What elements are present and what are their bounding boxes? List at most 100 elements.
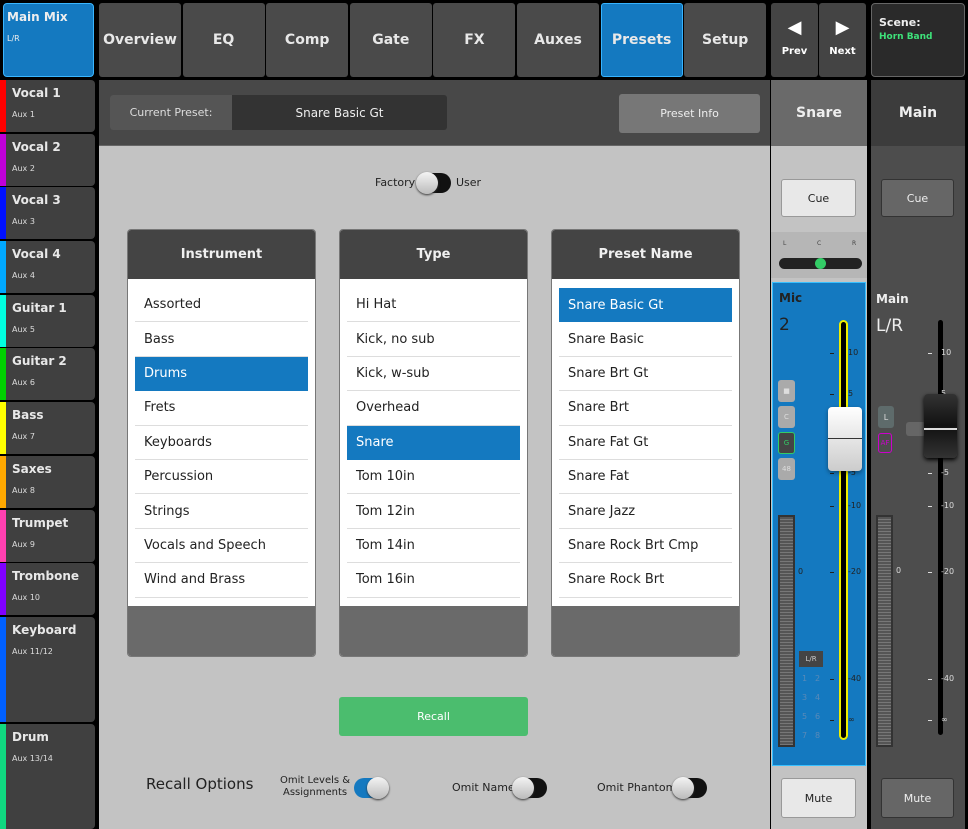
channel-color-bar (0, 563, 6, 615)
sidebar-channel-drum[interactable]: Drum Aux 13/14 (0, 724, 95, 829)
main-mix-name: Main Mix (7, 10, 68, 24)
bus-5-button[interactable]: 5 (802, 712, 807, 721)
prev-label: Prev (781, 46, 808, 57)
strip-type: Mic (779, 291, 803, 305)
list-item[interactable]: Wind and Brass (135, 563, 308, 598)
bus-8-button[interactable]: 8 (815, 731, 820, 740)
list-item[interactable]: Keyboards (135, 426, 308, 460)
recall-button[interactable]: Recall (339, 697, 528, 736)
main-fader-knob[interactable] (924, 394, 957, 458)
sidebar-channel-vocal-2[interactable]: Vocal 2 Aux 2 (0, 134, 95, 186)
list-item[interactable]: Snare Basic Gt (559, 288, 732, 323)
sidebar-channel-guitar-1[interactable]: Guitar 1 Aux 5 (0, 295, 95, 347)
sidebar-channel-vocal-3[interactable]: Vocal 3 Aux 3 (0, 187, 95, 239)
main-strip-name: Main (871, 80, 965, 146)
scale-label: -40 (941, 674, 955, 683)
preset-info-button[interactable]: Preset Info (619, 94, 760, 133)
list-item[interactable]: Kick, w-sub (347, 357, 520, 392)
list-item[interactable]: Snare Fat Gt (559, 426, 732, 460)
list-item[interactable]: Hi Hat (347, 288, 520, 323)
channel-aux: Aux 10 (12, 593, 40, 602)
bus-7-button[interactable]: 7 (802, 731, 807, 740)
list-item[interactable]: Snare (347, 425, 520, 460)
channel-name: Bass (12, 408, 44, 422)
sidebar-main-mix[interactable]: Main Mix L/R (3, 3, 94, 77)
fader-knob[interactable] (828, 407, 862, 471)
tab-overview[interactable]: Overview (99, 3, 181, 77)
current-preset-box: Current Preset: Snare Basic Gt (110, 95, 447, 130)
list-item[interactable]: Kick, no sub (347, 322, 520, 357)
strip-button-g[interactable]: G (778, 432, 795, 454)
factory-user-toggle[interactable] (416, 172, 451, 194)
tab-presets[interactable]: Presets (600, 3, 683, 77)
strip-button-stop[interactable]: ■ (778, 380, 795, 402)
tab-fx[interactable]: FX (433, 3, 516, 77)
sidebar-channel-bass[interactable]: Bass Aux 7 (0, 402, 95, 454)
omit-phantom-toggle[interactable] (672, 777, 707, 799)
pan-knob[interactable] (815, 258, 826, 269)
sidebar-channel-vocal-4[interactable]: Vocal 4 Aux 4 (0, 241, 95, 293)
sidebar-channel-guitar-2[interactable]: Guitar 2 Aux 6 (0, 348, 95, 400)
list-item[interactable]: Snare Rock Brt Cmp (559, 529, 732, 564)
main-pan-l-button[interactable]: L (878, 406, 894, 428)
bus-2-button[interactable]: 2 (815, 674, 820, 683)
tab-eq[interactable]: EQ (182, 3, 265, 77)
pan-l: L (783, 240, 787, 247)
list-item[interactable]: Snare Rock Brt (559, 563, 732, 598)
list-item[interactable]: Tom 14in (347, 529, 520, 564)
list-item[interactable]: Overhead (347, 391, 520, 426)
sidebar-channel-vocal-1[interactable]: Vocal 1 Aux 1 (0, 80, 95, 132)
next-button[interactable]: ▶ Next (819, 3, 866, 77)
strip-button-c[interactable]: C (778, 406, 795, 428)
list-item[interactable]: Bass (135, 322, 308, 357)
main-mute-button[interactable]: Mute (881, 778, 954, 818)
next-label: Next (829, 46, 856, 57)
list-item[interactable]: Snare Basic (559, 322, 732, 357)
list-item[interactable]: Assorted (135, 288, 308, 323)
list-item[interactable]: Drums (135, 356, 308, 392)
tab-auxes[interactable]: Auxes (517, 3, 599, 77)
list-item[interactable]: Tom 10in (347, 460, 520, 495)
strip-button-48[interactable]: 48 (778, 458, 795, 480)
list-item[interactable]: Strings (135, 494, 308, 529)
sidebar-channel-saxes[interactable]: Saxes Aux 8 (0, 456, 95, 508)
bus-3-button[interactable]: 3 (802, 693, 807, 702)
column-list: Hi Hat Kick, no sub Kick, w-sub Overhead Sna… (340, 279, 527, 598)
tab-comp[interactable]: Comp (266, 3, 349, 77)
cue-button[interactable]: Cue (781, 179, 856, 217)
omit-name-toggle[interactable] (512, 777, 547, 799)
assign-lr-button[interactable]: L/R (799, 651, 823, 667)
list-item[interactable]: Frets (135, 391, 308, 426)
mute-button[interactable]: Mute (781, 778, 856, 818)
main-af-button[interactable]: AF (878, 433, 892, 453)
channel-color-bar (0, 617, 6, 722)
channel-color-bar (0, 510, 6, 562)
scene-display[interactable]: Scene: Horn Band (871, 3, 965, 77)
list-item[interactable]: Snare Brt Gt (559, 357, 732, 392)
list-item[interactable]: Tom 16in (347, 563, 520, 598)
bus-4-button[interactable]: 4 (815, 693, 820, 702)
pan-slider[interactable] (779, 258, 862, 269)
channel-aux: Aux 1 (12, 110, 35, 119)
list-item[interactable]: Snare Brt (559, 391, 732, 426)
list-item[interactable]: Snare Fat (559, 460, 732, 495)
bus-6-button[interactable]: 6 (815, 712, 820, 721)
sidebar-channel-trombone[interactable]: Trombone Aux 10 (0, 563, 95, 615)
bus-1-button[interactable]: 1 (802, 674, 807, 683)
main-cue-button[interactable]: Cue (881, 179, 954, 217)
strip-number: 2 (779, 315, 790, 335)
prev-button[interactable]: ◀ Prev (771, 3, 818, 77)
omit-levels-toggle[interactable] (354, 777, 389, 799)
list-item[interactable]: Percussion (135, 460, 308, 495)
channel-color-bar (0, 134, 6, 186)
tab-setup[interactable]: Setup (684, 3, 767, 77)
tab-gate[interactable]: Gate (349, 3, 432, 77)
sidebar-channel-trumpet[interactable]: Trumpet Aux 9 (0, 510, 95, 562)
list-item[interactable]: Vocals and Speech (135, 529, 308, 564)
list-item[interactable]: Snare Jazz (559, 494, 732, 529)
scale-tick-mark (830, 720, 834, 721)
channel-color-bar (0, 402, 6, 454)
list-item[interactable]: Tom 12in (347, 494, 520, 529)
sidebar-channel-keyboard[interactable]: Keyboard Aux 11/12 (0, 617, 95, 722)
main-meter-zero: 0 (896, 566, 902, 575)
